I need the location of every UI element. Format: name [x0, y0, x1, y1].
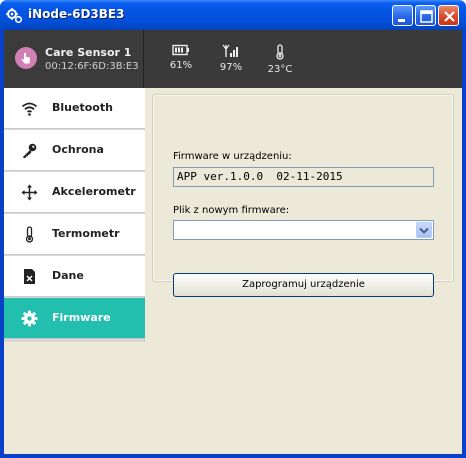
thermometer-icon [276, 44, 284, 60]
firmware-file-label: Plik z nowym firmware: [173, 205, 290, 216]
device-mac: 00:12:6F:6D:3B:E3 [45, 61, 139, 72]
sidebar-item-firmware[interactable]: Firmware [4, 298, 145, 339]
current-firmware-label: Firmware w urządzeniu: [173, 151, 292, 162]
dropdown-button[interactable] [416, 222, 432, 238]
chevron-down-icon [419, 227, 429, 234]
battery-icon [172, 44, 189, 56]
sidebar-item-label: Akcelerometr [52, 185, 136, 198]
current-firmware-field: APP ver.1.0.0 02-11-2015 [173, 167, 434, 187]
gears-icon [6, 8, 23, 24]
avatar [15, 47, 37, 69]
file-delete-icon [24, 269, 35, 284]
close-button[interactable] [438, 5, 459, 26]
signal-stat: 97% [211, 44, 251, 73]
sidebar-item-label: Firmware [52, 311, 111, 324]
sidebar-item-termometr[interactable]: Termometr [4, 214, 145, 255]
battery-value: 61% [169, 60, 193, 71]
minimize-button[interactable] [392, 5, 413, 26]
window-title: iNode-6D3BE3 [28, 7, 125, 21]
sidebar: Bluetooth Ochrona Akcelerometr Termometr… [4, 88, 145, 342]
sidebar-item-label: Ochrona [52, 143, 104, 156]
client-area: Care Sensor 1 00:12:6F:6D:3B:E3 61% 97% … [4, 30, 462, 454]
move-arrows-icon [21, 184, 38, 201]
title-bar[interactable]: iNode-6D3BE3 [0, 0, 466, 30]
sidebar-item-label: Bluetooth [52, 101, 113, 114]
sidebar-item-ochrona[interactable]: Ochrona [4, 130, 145, 171]
sidebar-item-bluetooth[interactable]: Bluetooth [4, 88, 145, 129]
sidebar-item-akcelerometr[interactable]: Akcelerometr [4, 172, 145, 213]
minimize-icon [398, 19, 405, 22]
temperature-stat: 23°C [260, 44, 300, 75]
battery-stat: 61% [161, 44, 201, 71]
signal-icon [222, 44, 238, 57]
thermometer-icon [25, 226, 34, 243]
wifi-icon [21, 102, 38, 116]
device-info: Care Sensor 1 00:12:6F:6D:3B:E3 [4, 30, 144, 88]
signal-value: 97% [219, 62, 243, 73]
sidebar-item-dane[interactable]: Dane [4, 256, 145, 297]
window-frame-bottom [0, 454, 466, 458]
firmware-file-select[interactable] [173, 220, 434, 240]
device-name: Care Sensor 1 [45, 46, 132, 59]
sidebar-item-label: Dane [52, 269, 84, 282]
temperature-value: 23°C [267, 64, 293, 75]
maximize-icon [420, 10, 433, 23]
sidebar-item-label: Termometr [52, 227, 120, 240]
hand-pointer-icon [21, 53, 30, 64]
maximize-button[interactable] [415, 5, 436, 26]
firmware-panel: Firmware w urządzeniu: APP ver.1.0.0 02-… [152, 94, 454, 297]
app-window: iNode-6D3BE3 Care Sensor 1 00:12:6F:6D:3… [0, 0, 466, 458]
device-header: Care Sensor 1 00:12:6F:6D:3B:E3 61% 97% … [4, 30, 462, 88]
key-icon [23, 143, 37, 158]
gear-icon [21, 310, 38, 327]
program-device-button[interactable]: Zaprogramuj urządzenie [173, 273, 434, 297]
close-icon [444, 11, 455, 22]
